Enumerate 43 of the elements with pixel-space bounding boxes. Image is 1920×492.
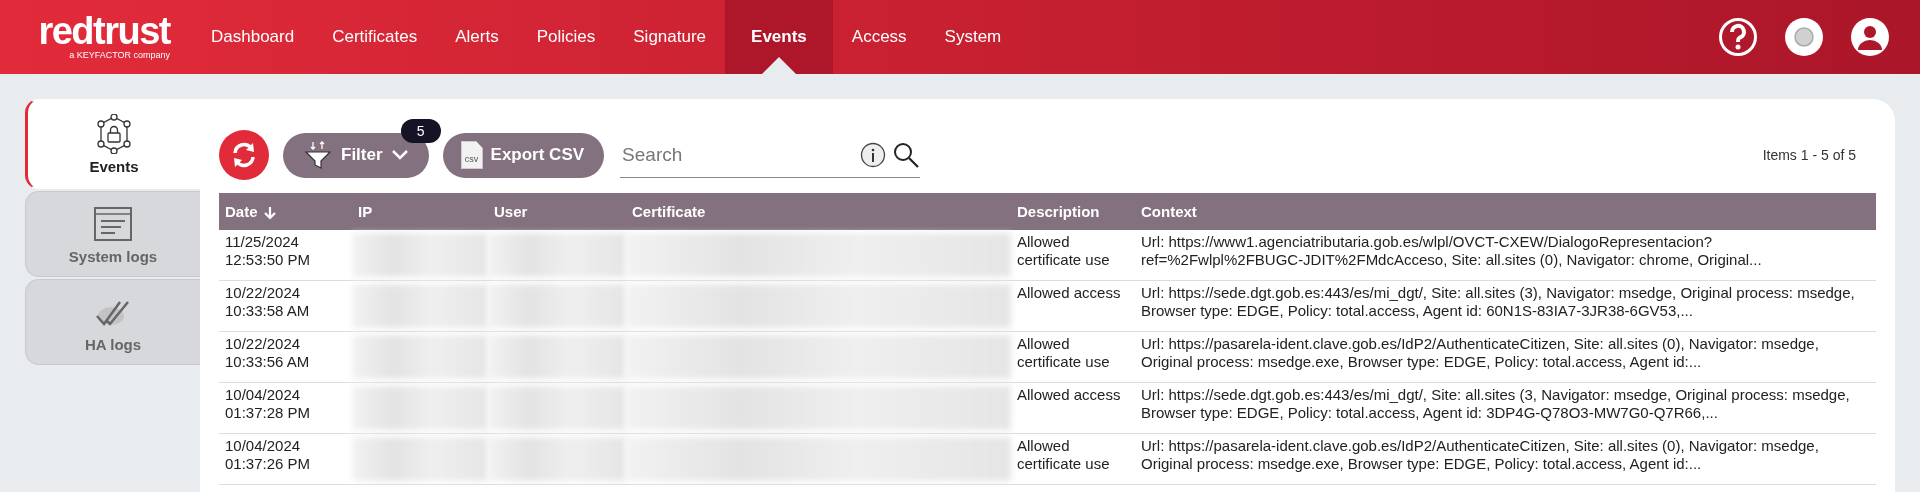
column-header[interactable]: User: [488, 193, 626, 230]
csv-file-icon: csv: [460, 141, 483, 169]
description-cell: Allowed access: [1011, 280, 1135, 332]
logo-wordmark: redtrust: [38, 14, 170, 48]
search-field[interactable]: Search: [620, 142, 855, 167]
info-icon[interactable]: [860, 141, 887, 168]
nav-tab[interactable]: System: [925, 0, 1021, 74]
nav-tab[interactable]: Signature: [614, 0, 726, 74]
user-avatar-icon[interactable]: [1850, 17, 1890, 57]
search-icon[interactable]: [892, 140, 921, 169]
pagination-info: Items 1 - 5 of 5: [1762, 147, 1857, 163]
context-cell: Url: https://www1.agenciatributaria.gob.es/wlpl/OVCT-CXEW/DialogoRepresentacion?ref=%2Fwlpl%2FBUGC-JDIT%2FMdcAcceso, Site: all.sites (0), Navigator: chrome, Original...: [1135, 230, 1876, 281]
column-header[interactable]: Certificate: [626, 193, 1011, 230]
description-cell: Allowed certificate use: [1011, 433, 1135, 485]
nav-tab[interactable]: Policies: [517, 0, 615, 74]
side-tab[interactable]: System logs: [25, 191, 200, 277]
nav-tab[interactable]: Dashboard: [192, 0, 314, 74]
logo-tagline: a KEYFACTOR company: [69, 50, 170, 60]
help-icon[interactable]: [1718, 17, 1758, 57]
filter-count-badge: 5: [400, 118, 441, 143]
status-icon[interactable]: [1784, 17, 1824, 57]
nav-tab[interactable]: Alerts: [436, 0, 518, 74]
column-header[interactable]: Description: [1011, 193, 1135, 230]
side-tab[interactable]: HA logs: [25, 279, 200, 365]
context-cell: Url: https://pasarela-ident.clave.gob.es/IdP2/AuthenticateCitizen, Site: all.sites (0), Navigator: msedge, Original process: msedge.exe, Browser type: EDGE, Policy: total.access, Agent id:...: [1135, 433, 1876, 485]
description-cell: Allowed access: [1011, 382, 1135, 434]
nav-tab[interactable]: Certificates: [313, 0, 437, 74]
column-header[interactable]: Context: [1135, 193, 1876, 230]
context-cell: Url: https://pasarela-ident.clave.gob.es/IdP2/AuthenticateCitizen, Site: all.sites (0), Navigator: msedge, Original process: msedge.exe, Browser type: EDGE, Policy: total.access, Agent id:...: [1135, 331, 1876, 383]
sort-down-icon: [263, 206, 276, 220]
filter-funnel-icon: [303, 140, 333, 170]
export-csv-button[interactable]: csv Export CSV: [442, 132, 605, 178]
description-cell: Allowed certificate use: [1011, 331, 1135, 383]
nav-tab[interactable]: Events: [725, 0, 833, 74]
context-cell: Url: https://sede.dgt.gob.es:443/es/mi_dgt/, Site: all.sites (3), Navigator: msedge, Original process: msedge, Browser type: EDGE, Policy: total.access, Agent id: 60N1S-83IA7-3JR38-6GV53,...: [1135, 280, 1876, 332]
refresh-button[interactable]: [219, 130, 269, 180]
description-cell: Allowed certificate use: [1011, 230, 1135, 281]
chevron-down-icon: [390, 149, 409, 161]
nav-tab[interactable]: Access: [832, 0, 926, 74]
column-header[interactable]: Date: [219, 193, 352, 230]
column-header[interactable]: IP: [352, 193, 488, 230]
context-cell: Url: https://sede.dgt.gob.es:443/es/mi_dgt/, Site: all.sites (3, Navigator: msedge, Original process: msedge, Browser type: EDGE, Policy: total.access, Agent id: 3DP4G-Q78O3-MW7G0-Q7R66,...: [1135, 382, 1876, 434]
side-tab[interactable]: Events: [25, 99, 200, 189]
